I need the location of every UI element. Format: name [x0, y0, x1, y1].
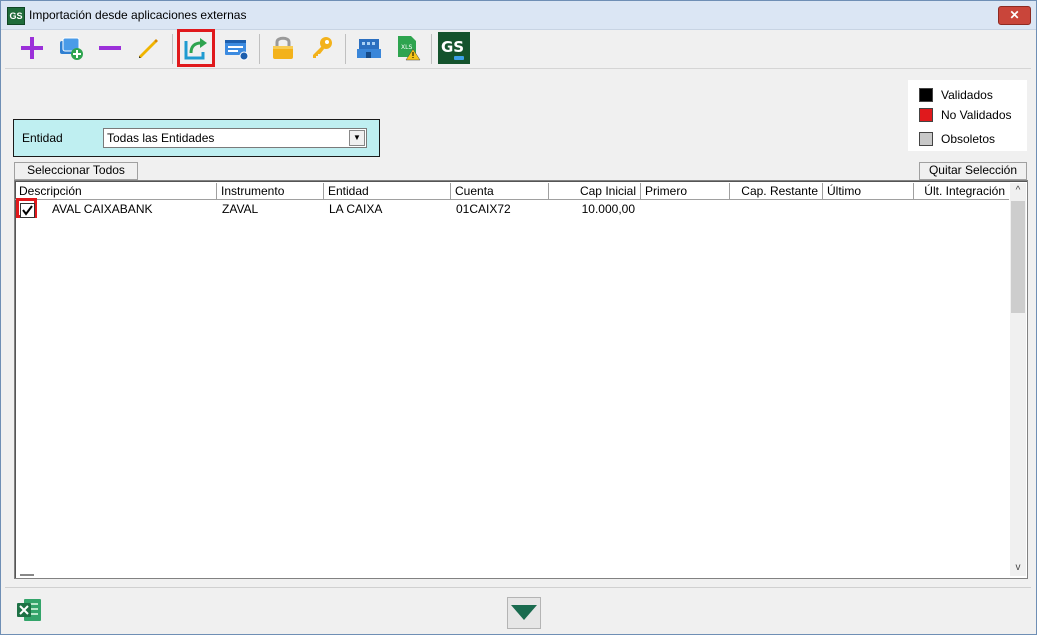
gs-button[interactable]: GS: [438, 32, 470, 64]
column-header-instrumento[interactable]: Instrumento: [217, 183, 324, 199]
legend-item-obsolete: Obsoletos: [919, 132, 995, 146]
remove-button[interactable]: [95, 33, 125, 63]
edit-pencil-icon: [139, 39, 158, 58]
legend-swatch: [919, 132, 933, 146]
table-row[interactable]: AVAL CAIXABANK ZAVAL LA CAIXA 01CAIX72 1…: [15, 198, 1009, 218]
checkmark-icon: [22, 205, 33, 216]
xls-label: XLS: [401, 44, 412, 51]
chevron-up-icon[interactable]: ^: [1010, 183, 1026, 199]
xls-warning-icon: XLS: [398, 36, 421, 61]
key-icon: [313, 37, 332, 58]
column-header-ultimo[interactable]: Último: [823, 183, 914, 199]
toolbar-separator: [345, 34, 346, 64]
legend-label: Validados: [941, 88, 993, 102]
excel-icon: [17, 599, 41, 621]
legend-swatch: [919, 88, 933, 102]
cell-ult-integracion: [914, 200, 1004, 218]
toolbar: XLS GS: [5, 29, 1031, 69]
vertical-scrollbar[interactable]: ^ v: [1010, 183, 1026, 576]
entity-filter-panel: Entidad Todas las Entidades ▼: [13, 119, 380, 157]
export-excel-button[interactable]: [15, 596, 43, 624]
grid-header: Descripción Instrumento Entidad Cuenta C…: [15, 183, 1009, 200]
close-button[interactable]: ✕: [998, 6, 1031, 25]
cell-entidad: LA CAIXA: [329, 202, 383, 216]
legend-label: No Validados: [941, 108, 1012, 122]
add-documents-icon: [60, 37, 83, 60]
entity-filter-label: Entidad: [22, 131, 63, 145]
card-view-button[interactable]: [221, 33, 251, 63]
row-indicator-mark: [20, 574, 34, 576]
clear-selection-button[interactable]: Quitar Selección: [919, 162, 1027, 180]
column-header-cuenta[interactable]: Cuenta: [451, 183, 549, 199]
column-header-entidad[interactable]: Entidad: [324, 183, 451, 199]
column-header-cap-inicial[interactable]: Cap Inicial: [549, 183, 641, 199]
add-icon: [21, 37, 43, 59]
toolbar-separator: [431, 34, 432, 64]
card-view-icon: [225, 40, 249, 61]
triangle-down-icon: [511, 605, 537, 620]
add-button[interactable]: [17, 33, 47, 63]
row-checkbox[interactable]: [20, 203, 35, 218]
window-title: Importación desde aplicaciones externas: [29, 8, 247, 22]
chevron-down-icon[interactable]: v: [1010, 560, 1026, 576]
remove-icon: [99, 46, 121, 50]
cell-cap-inicial: 10.000,00: [581, 202, 635, 216]
legend-item-validated: Validados: [919, 88, 993, 102]
chevron-down-icon[interactable]: ▼: [349, 130, 365, 146]
title-bar: GS Importación desde aplicaciones extern…: [1, 1, 1036, 30]
status-legend: Validados No Validados Obsoletos: [908, 80, 1027, 151]
entity-select-value: Todas las Entidades: [107, 131, 215, 145]
cell-cap-restante: [730, 200, 818, 218]
column-header-primero[interactable]: Primero: [641, 183, 730, 199]
legend-swatch: [919, 108, 933, 122]
cell-instrumento: ZAVAL: [222, 202, 259, 216]
scrollbar-thumb[interactable]: [1011, 201, 1025, 313]
column-header-descripcion[interactable]: Descripción: [15, 183, 217, 199]
add-documents-button[interactable]: [56, 33, 86, 63]
legend-label: Obsoletos: [941, 132, 996, 146]
divider: [5, 587, 1031, 588]
toolbar-separator: [259, 34, 260, 64]
select-all-button[interactable]: Seleccionar Todos: [14, 162, 138, 180]
toolbar-separator: [172, 34, 173, 64]
move-down-button[interactable]: [507, 597, 541, 629]
key-button[interactable]: [307, 33, 337, 63]
data-grid: Descripción Instrumento Entidad Cuenta C…: [14, 180, 1028, 579]
entity-select[interactable]: Todas las Entidades ▼: [103, 128, 367, 148]
cell-cuenta: 01CAIX72: [456, 202, 511, 216]
gs-label: GS: [441, 38, 464, 56]
edit-button[interactable]: [134, 33, 164, 63]
app-logo-icon: GS: [7, 7, 25, 25]
xls-warning-button[interactable]: XLS: [393, 33, 423, 63]
cell-descripcion: AVAL CAIXABANK: [52, 202, 153, 216]
legend-item-not-validated: No Validados: [919, 108, 1012, 122]
column-header-cap-restante[interactable]: Cap. Restante: [730, 183, 823, 199]
import-button[interactable]: [177, 29, 215, 67]
building-button[interactable]: [354, 33, 384, 63]
column-header-ult-integracion[interactable]: Últ. Integración: [914, 183, 1009, 199]
building-icon: [357, 39, 381, 58]
gs-logo-icon: GS: [438, 32, 470, 64]
import-export-icon: [184, 38, 207, 60]
import-window: GS Importación desde aplicaciones extern…: [0, 0, 1037, 635]
lock-icon: [273, 36, 293, 59]
lock-button[interactable]: [268, 33, 298, 63]
